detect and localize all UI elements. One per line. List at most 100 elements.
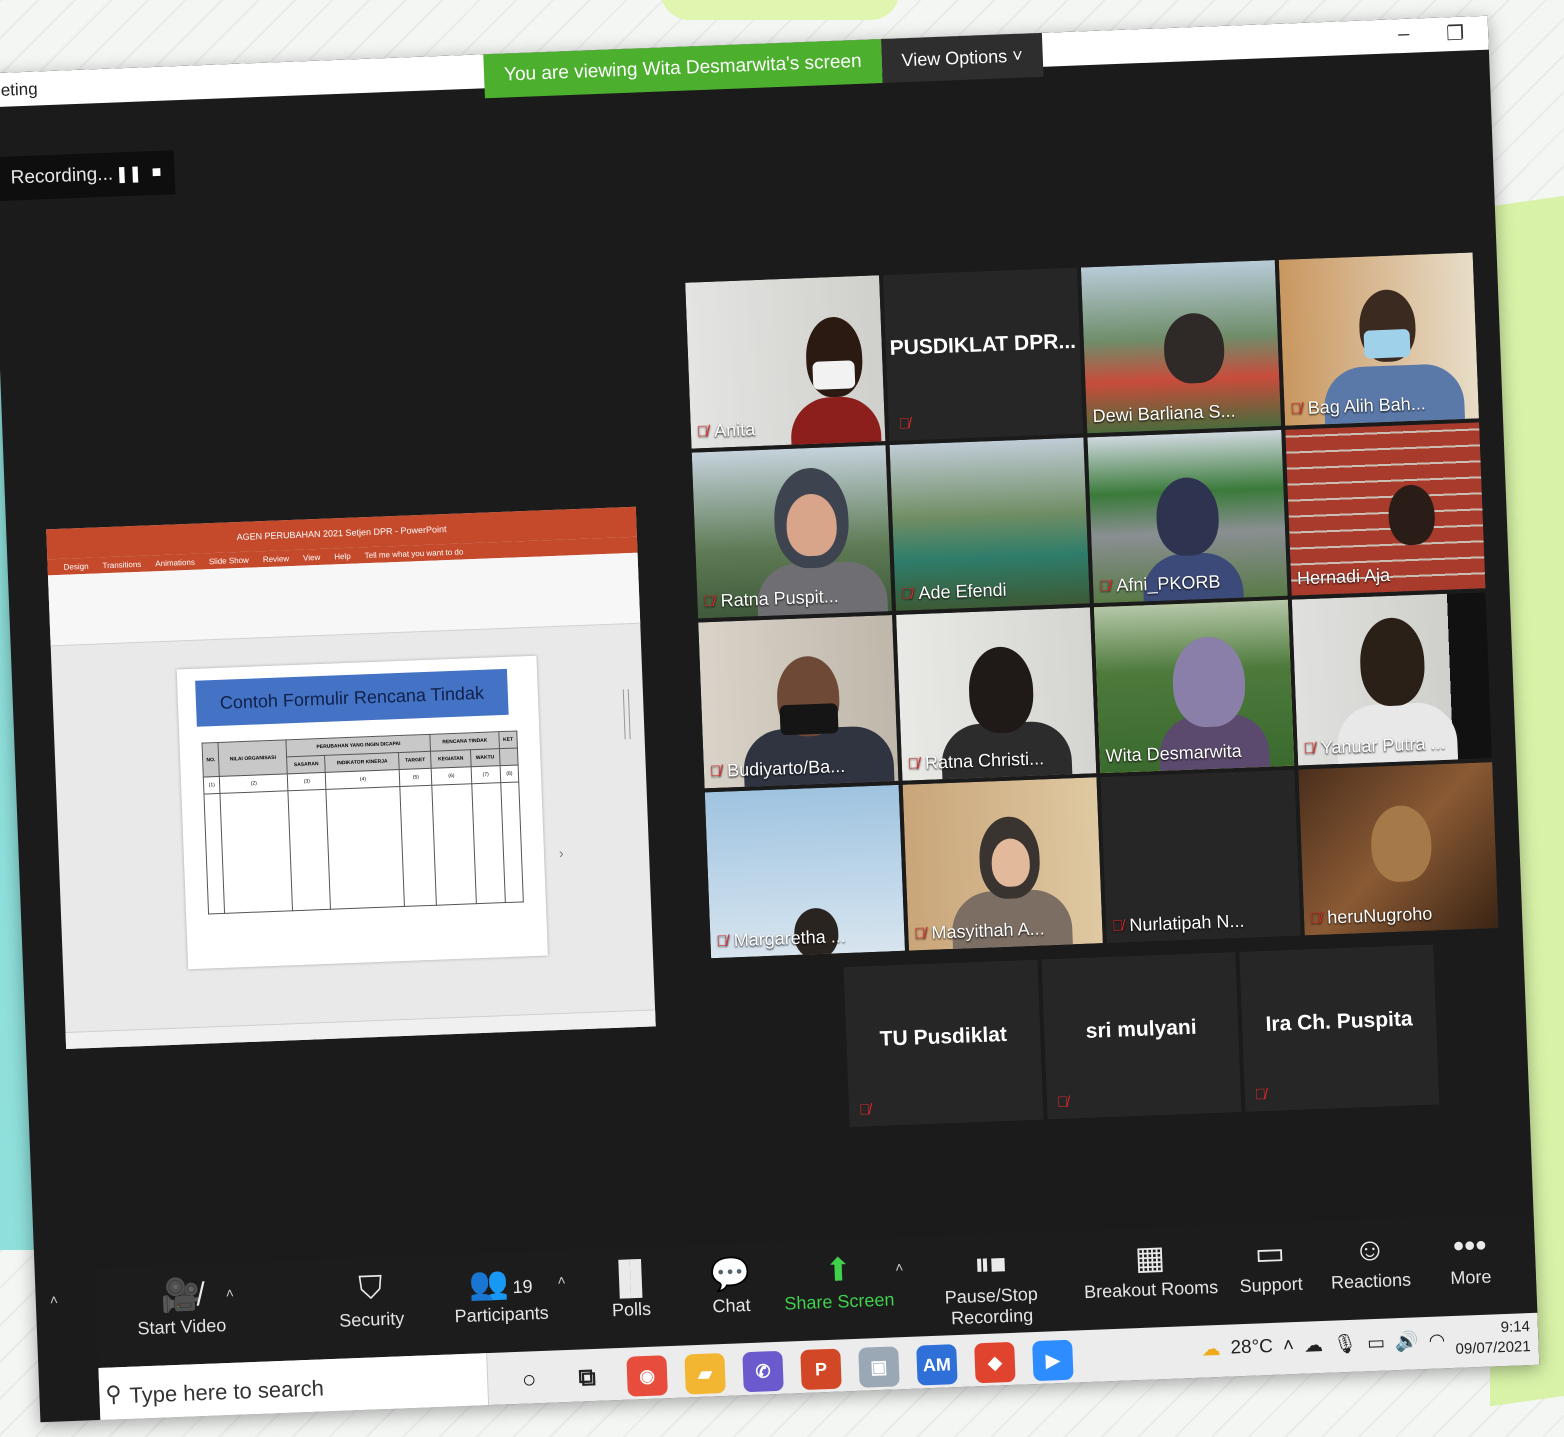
participant-tile[interactable]: 🎙̸ Yanuar Putra ... [1291, 592, 1493, 766]
ppt-tell-me: Tell me what you want to do [364, 546, 464, 560]
ppt-tab: Help [334, 551, 351, 561]
am-app-icon[interactable]: AM [916, 1344, 958, 1386]
table-cell: (6) [431, 766, 472, 786]
ppt-slide: Contoh Formulir Rencana Tindak NO. NILAI… [176, 655, 548, 970]
participants-label: Participants [454, 1302, 550, 1327]
participant-name: Masyithah A... [931, 918, 1045, 943]
participant-tile[interactable]: 🎙̸ Bag Alih Bah... [1278, 252, 1479, 426]
remote-desktop-icon[interactable]: ▣ [858, 1346, 900, 1388]
participant-tile[interactable]: 🎙̸ Ade Efendi [889, 437, 1090, 611]
table-cell [326, 786, 405, 910]
volume-icon[interactable]: 🔊 [1395, 1329, 1420, 1354]
share-screen-button[interactable]: ⬆ Share Screen ˄ [762, 1245, 914, 1316]
mic-muted-icon: 🎙̸ [898, 415, 911, 433]
table-cell [500, 781, 524, 903]
participant-tile[interactable]: 🎙̸ Margaretha ... [704, 784, 906, 959]
view-options-button[interactable]: View Options ˅ [880, 32, 1044, 83]
shared-screen-powerpoint: AGEN PERUBAHAN 2021 Setjen DPR - PowerPo… [46, 506, 656, 1050]
rencana-tindak-table: NO. NILAI ORGANISASI PERUBAHAN YANG INGI… [201, 730, 524, 914]
am-app-label: AM [922, 1354, 952, 1376]
cortana-icon[interactable]: ○ [508, 1360, 550, 1402]
participant-tile[interactable]: 🎙̸ Nurlatipah N... [1100, 769, 1301, 944]
table-cell [432, 783, 476, 906]
table-header-cell: WAKTU [470, 748, 501, 767]
more-button[interactable]: ••• More [1394, 1220, 1539, 1291]
minimize-icon[interactable]: – [1398, 23, 1410, 46]
ppt-tab: Slide Show [208, 555, 250, 566]
table-header-cell: TARGET [398, 751, 432, 770]
video-options-caret[interactable]: ˄ [225, 1285, 234, 1301]
participant-name: Afni_PKORB [1115, 571, 1221, 596]
participant-tile[interactable]: 🎙̸ Ratna Christi... [896, 607, 1097, 781]
chrome-icon[interactable]: ◉ [626, 1355, 668, 1397]
share-options-caret[interactable]: ˄ [895, 1259, 904, 1275]
participant-tile[interactable]: sri mulyani 🎙̸ [1041, 952, 1242, 1120]
participant-name: Nurlatipah N... [1129, 910, 1245, 936]
slide-title: Contoh Formulir Rencana Tindak [195, 668, 509, 727]
battery-icon[interactable]: ▭ [1367, 1331, 1386, 1355]
table-header-cell [499, 747, 519, 766]
participant-tile[interactable]: TU Pusdiklat 🎙̸ [843, 959, 1044, 1128]
participant-tile[interactable]: 🎙̸ Masyithah A... [902, 777, 1103, 951]
chevron-up-icon[interactable]: ˄ [1283, 1335, 1295, 1357]
participant-tile-active-speaker[interactable]: Wita Desmarwita [1093, 599, 1295, 774]
mic-muted-icon: 🎙̸ [900, 585, 913, 603]
participant-name: heruNugroho [1326, 903, 1433, 928]
participant-tile[interactable]: Dewi Barliana S... [1080, 260, 1282, 434]
mic-muted-icon: 🎙̸ [1098, 577, 1111, 596]
participant-tile[interactable]: 🎙̸ heruNugroho [1298, 762, 1499, 936]
search-placeholder: Type here to search [129, 1375, 325, 1408]
start-video-label: Start Video [137, 1315, 227, 1339]
chevron-down-icon: ˅ [1011, 45, 1024, 66]
mic-muted-icon: 🎙̸ [914, 924, 926, 943]
restore-icon[interactable]: ❐ [1446, 21, 1465, 47]
participant-name: sri mulyani [1085, 1015, 1198, 1043]
participant-tile[interactable]: Ira Ch. Puspita 🎙̸ [1239, 944, 1440, 1112]
mic-muted-icon: 🎙̸ [1290, 400, 1303, 418]
pause-stop-recording-button[interactable]: ⏸⏹ Pause/Stop Recording [904, 1238, 1077, 1330]
table-cell: (8) [500, 764, 519, 783]
window-title: eeting [0, 79, 38, 101]
clock[interactable]: 9:14 09/07/2021 [1454, 1317, 1531, 1360]
mic-muted-icon: 🎙̸ [709, 762, 722, 781]
ppt-tab: View [302, 552, 321, 563]
onedrive-icon[interactable]: ☁ [1304, 1334, 1324, 1358]
table-cell [400, 785, 437, 907]
more-label: More [1450, 1266, 1492, 1289]
participants-count: 19 [512, 1276, 533, 1298]
video-gallery: 🎙̸ Anita PUSDIKLAT DPR... 🎙̸ Dewi Barlian… [685, 252, 1511, 1128]
view-options-label: View Options [901, 46, 1008, 71]
task-view-icon[interactable]: ⧉ [566, 1358, 608, 1400]
table-cell: (5) [399, 768, 433, 787]
mic-muted-icon: 🎙̸ [716, 932, 729, 950]
audio-options-caret[interactable]: ˄ [35, 1277, 75, 1308]
participant-tile[interactable]: 🎙̸ Anita [685, 275, 886, 449]
participant-tile[interactable]: Hernadi Aja [1285, 422, 1486, 596]
participant-tile[interactable]: PUSDIKLAT DPR... 🎙̸ [883, 267, 1084, 441]
wifi-icon[interactable]: ◠ [1428, 1329, 1445, 1353]
start-video-button[interactable]: 🎥̸ Start Video ˄ [105, 1270, 257, 1341]
table-header-cell: KET [498, 730, 518, 749]
stop-icon[interactable]: ■ [142, 163, 171, 182]
participant-tile[interactable]: 🎙̸ Ratna Puspit... [691, 445, 892, 619]
powerpoint-icon[interactable]: P [800, 1348, 842, 1391]
whatsapp-icon[interactable]: ✆ [742, 1350, 784, 1393]
face-mask [779, 703, 839, 736]
chevron-right-icon: › [558, 844, 564, 861]
ppt-tab: Animations [155, 557, 196, 568]
pause-icon[interactable]: ❚❚ [114, 163, 143, 184]
mic-muted-icon: 🎙̸ [858, 1101, 871, 1119]
mic-muted-icon: 🎙̸ [1111, 917, 1124, 935]
zoom-app-icon[interactable]: ▶ [1032, 1339, 1074, 1382]
mic-muted-icon: 🎙̸ [1309, 909, 1322, 928]
participant-tile[interactable]: 🎙̸ Budiyarto/Ba... [698, 615, 899, 789]
mic-muted-icon: 🎙̸ [1303, 739, 1316, 758]
file-explorer-icon[interactable]: ▰ [684, 1352, 726, 1395]
shield-icon: ⛉ [357, 1269, 384, 1306]
microphone-icon[interactable]: 🎙 [1333, 1332, 1358, 1357]
face-mask [812, 360, 856, 390]
participant-tile[interactable]: 🎙̸ Afni_PKORB [1087, 429, 1288, 604]
mic-muted-icon: 🎙̸ [907, 755, 920, 773]
app-icon[interactable]: ◆ [974, 1341, 1016, 1384]
decorative-lime-blob [660, 0, 900, 20]
